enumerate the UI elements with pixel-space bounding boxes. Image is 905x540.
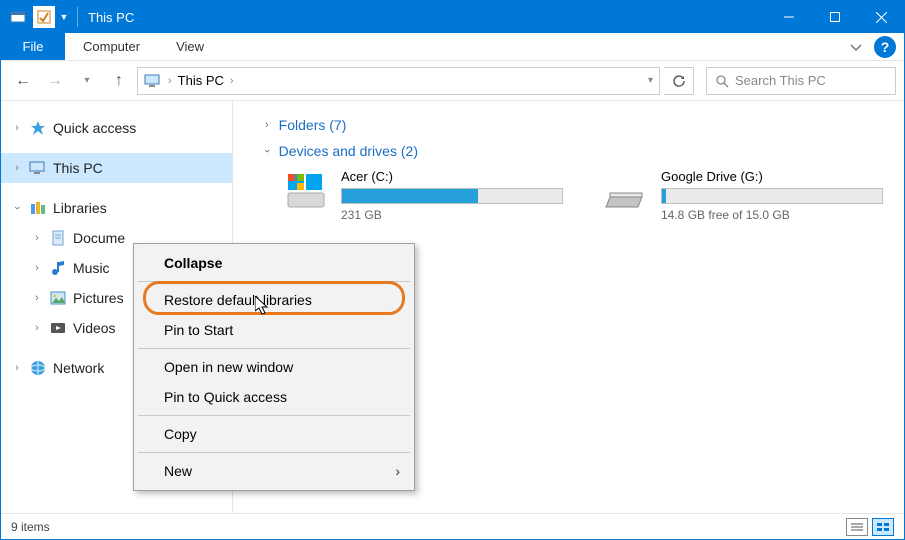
music-icon [49, 259, 67, 277]
tree-label: This PC [53, 160, 103, 176]
menu-restore-default-libraries[interactable]: Restore default libraries [136, 285, 412, 315]
chevron-right-icon[interactable]: › [265, 119, 269, 131]
search-placeholder: Search This PC [735, 73, 826, 88]
tree-label: Quick access [53, 120, 136, 136]
pictures-icon [49, 289, 67, 307]
tree-this-pc[interactable]: › This PC [1, 153, 232, 183]
drive-usage-bar [341, 188, 563, 204]
window-title: This PC [88, 10, 134, 25]
drive-item[interactable]: Acer (C:) 231 GB [283, 169, 563, 222]
search-icon [715, 74, 729, 88]
expand-icon[interactable]: › [31, 262, 43, 274]
tab-computer[interactable]: Computer [65, 33, 158, 60]
tree-quick-access[interactable]: › Quick access [1, 113, 232, 143]
help-button[interactable]: ? [874, 36, 896, 58]
up-button[interactable]: ↑ [105, 67, 133, 95]
menu-open-new-window[interactable]: Open in new window [136, 352, 412, 382]
pc-icon [29, 159, 47, 177]
menu-copy[interactable]: Copy [136, 419, 412, 449]
drive-icon [603, 173, 649, 213]
ribbon: File Computer View ? [1, 33, 904, 61]
refresh-button[interactable] [664, 67, 694, 95]
tree-label: Docume [73, 230, 125, 246]
address-bar[interactable]: › This PC › ▾ [137, 67, 660, 95]
pc-icon [144, 74, 162, 88]
search-box[interactable]: Search This PC [706, 67, 896, 95]
menu-label: New [164, 463, 192, 479]
title-bar: ▼ This PC [1, 1, 904, 33]
expand-icon[interactable]: › [31, 322, 43, 334]
qat-properties-icon[interactable] [33, 6, 55, 28]
menu-new[interactable]: New › [136, 456, 412, 486]
tree-label: Videos [73, 320, 116, 336]
view-large-icons-button[interactable] [872, 518, 894, 536]
tree-label: Pictures [73, 290, 124, 306]
expand-icon[interactable]: › [11, 362, 23, 374]
maximize-button[interactable] [812, 1, 858, 33]
group-count: 7 [334, 117, 342, 133]
drive-item[interactable]: Google Drive (G:) 14.8 GB free of 15.0 G… [603, 169, 883, 222]
menu-pin-to-start[interactable]: Pin to Start [136, 315, 412, 345]
collapse-icon[interactable]: › [11, 202, 23, 214]
drive-free-text: 231 GB [341, 208, 563, 222]
navigation-bar: ← → ▾ ↑ › This PC › ▾ Search This PC [1, 61, 904, 101]
status-item-count: 9 items [11, 520, 50, 534]
drive-name: Google Drive (G:) [661, 169, 883, 184]
view-details-button[interactable] [846, 518, 868, 536]
chevron-down-icon[interactable]: › [261, 149, 273, 153]
qat-dropdown-icon[interactable]: ▼ [57, 5, 71, 29]
tree-libraries[interactable]: › Libraries [1, 193, 232, 223]
back-button[interactable]: ← [9, 67, 37, 95]
submenu-arrow-icon: › [395, 463, 400, 479]
explorer-icon [7, 5, 31, 29]
context-menu: Collapse Restore default libraries Pin t… [133, 243, 415, 491]
documents-icon [49, 229, 67, 247]
chevron-right-icon[interactable]: › [230, 75, 234, 87]
tree-label: Libraries [53, 200, 107, 216]
file-tab[interactable]: File [1, 33, 65, 60]
menu-pin-quick-access[interactable]: Pin to Quick access [136, 382, 412, 412]
group-devices[interactable]: › Devices and drives (2) [265, 143, 884, 159]
forward-button[interactable]: → [41, 67, 69, 95]
chevron-right-icon[interactable]: › [168, 75, 172, 87]
group-label: Folders [279, 117, 326, 133]
menu-collapse[interactable]: Collapse [136, 248, 412, 278]
libraries-icon [29, 199, 47, 217]
drive-os-icon [283, 173, 329, 213]
expand-icon[interactable]: › [11, 122, 23, 134]
group-folders[interactable]: › Folders (7) [265, 117, 884, 133]
drive-name: Acer (C:) [341, 169, 563, 184]
close-button[interactable] [858, 1, 904, 33]
tree-label: Music [73, 260, 110, 276]
expand-icon[interactable]: › [11, 162, 23, 174]
breadcrumb-location[interactable]: This PC [178, 73, 224, 88]
address-dropdown-icon[interactable]: ▾ [648, 75, 653, 86]
expand-icon[interactable]: › [31, 292, 43, 304]
star-icon [29, 119, 47, 137]
drive-free-text: 14.8 GB free of 15.0 GB [661, 208, 883, 222]
ribbon-expand-icon[interactable] [850, 33, 868, 60]
recent-dropdown-icon[interactable]: ▾ [73, 67, 101, 95]
status-bar: 9 items [1, 513, 904, 539]
videos-icon [49, 319, 67, 337]
drive-usage-bar [661, 188, 883, 204]
expand-icon[interactable]: › [31, 232, 43, 244]
group-count: 2 [406, 143, 414, 159]
tab-view[interactable]: View [158, 33, 222, 60]
tree-label: Network [53, 360, 104, 376]
minimize-button[interactable] [766, 1, 812, 33]
group-label: Devices and drives [279, 143, 397, 159]
network-icon [29, 359, 47, 377]
